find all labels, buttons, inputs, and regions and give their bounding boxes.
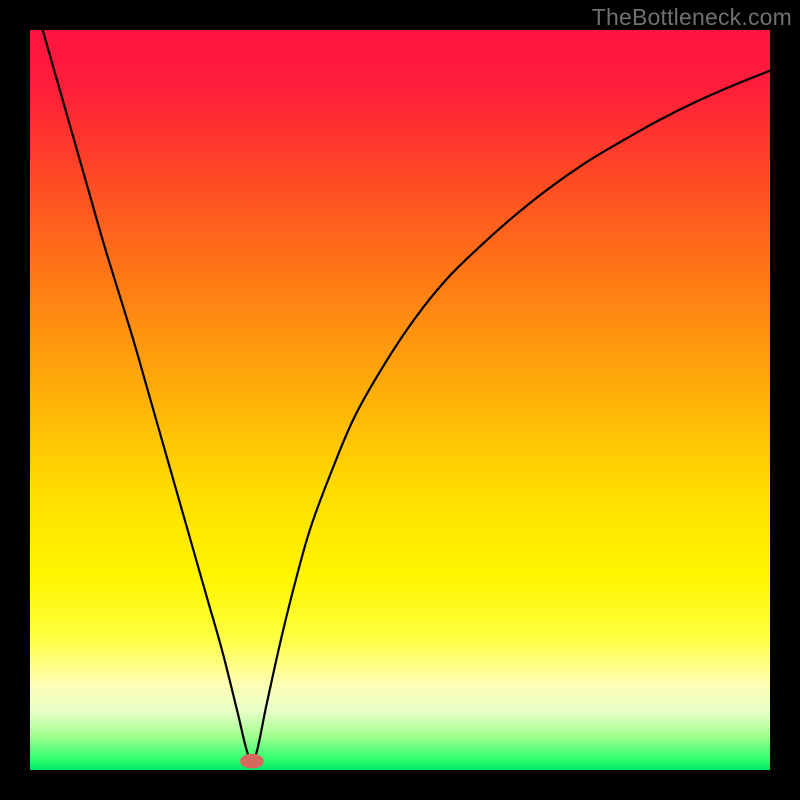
- chart-frame: TheBottleneck.com: [0, 0, 800, 800]
- bottleneck-marker: [240, 754, 264, 769]
- chart-plot-area: [30, 30, 770, 770]
- gradient-background: [30, 30, 770, 770]
- watermark-text: TheBottleneck.com: [592, 4, 792, 31]
- chart-svg: [30, 30, 770, 770]
